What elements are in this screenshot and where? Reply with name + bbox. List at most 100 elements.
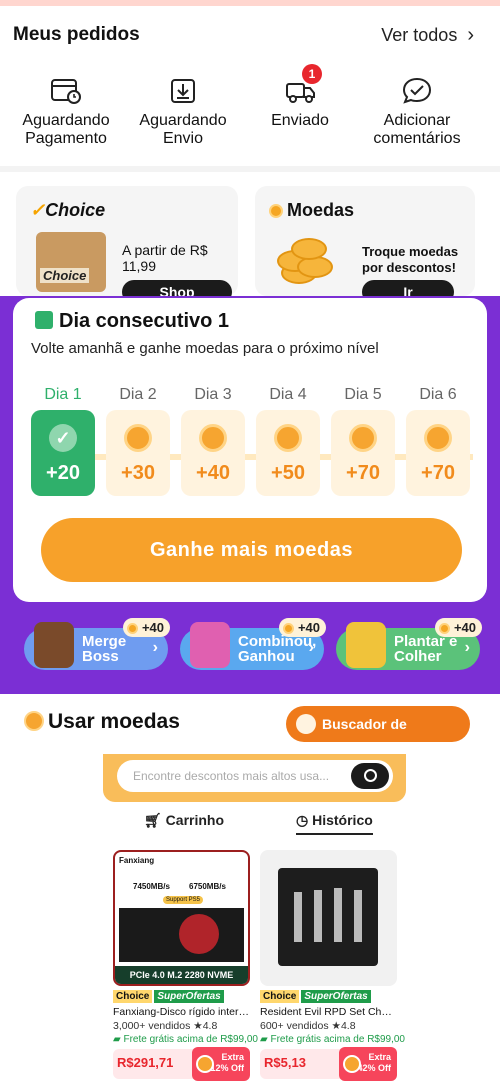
product-tags: Choice SuperOfertas [260, 990, 397, 1003]
key-set-box-image [278, 868, 378, 966]
product-card[interactable]: Fanxiang 7450MB/s 6750MB/s Support PS5 P… [113, 850, 258, 1081]
day-reward-2: +30 [106, 410, 170, 496]
promo-cards: ✓Choice Choice A partir de R$ 11,99 Shop… [0, 172, 500, 304]
chevron-right-icon: › [464, 639, 470, 656]
discount-search-input[interactable]: Encontre descontos mais altos usa... [117, 760, 393, 792]
coins-title: Moedas [269, 200, 354, 221]
choice-price-text: A partir de R$ 11,99 [122, 242, 208, 274]
calendar-icon [35, 311, 53, 329]
watering-can-icon [346, 622, 386, 668]
ssd-image [119, 908, 244, 962]
choice-box-image: Choice [36, 232, 106, 292]
streak-title: Dia consecutivo 1 [35, 310, 229, 333]
product-shipping: ▰ Frete grátis acima de R$99,00 [113, 1034, 258, 1045]
tab-history[interactable]: ◷ Histórico [296, 812, 373, 835]
product-title: Resident Evil RPD Set Chave, R... [260, 1006, 397, 1018]
product-sold: 600+ vendidos ★4.8 [260, 1020, 356, 1032]
extra-discount-badge: Extra 42% Off [339, 1047, 397, 1081]
coin-icon [343, 1055, 361, 1073]
order-label: Adicionar comentários [373, 112, 461, 147]
earn-more-coins-button[interactable]: Ganhe mais moedas [41, 518, 462, 582]
streak-subtitle: Volte amanhã e ganhe moedas para o próxi… [31, 340, 379, 357]
coin-icon [124, 424, 152, 452]
extra-discount-badge: Extra 12% Off [192, 1047, 250, 1081]
coin-pile-image [275, 232, 337, 290]
discount-finder-button[interactable]: Buscador de descontos [286, 706, 470, 768]
truck-icon: ▰ [260, 1034, 268, 1045]
gems-icon [190, 622, 230, 668]
coin-icon [274, 424, 302, 452]
orders-title: Meus pedidos [13, 24, 140, 45]
product-image: Fanxiang 7450MB/s 6750MB/s Support PS5 P… [113, 850, 250, 986]
use-coins-content: Encontre descontos mais altos usa... 🛒︎ … [0, 754, 500, 1083]
check-icon: ✓ [49, 424, 77, 452]
star-icon: ★ [331, 1020, 341, 1032]
day-label: Dia 1 [44, 386, 82, 403]
product-price: R$5,13 Extra 42% Off [260, 1047, 397, 1081]
product-price: R$291,71 Extra 12% Off [113, 1047, 250, 1081]
check-icon: ✓ [30, 200, 46, 220]
day-label: Dia 6 [419, 386, 457, 403]
ssd-banner: PCIe 4.0 M.2 2280 NVME [115, 966, 248, 984]
shipped-count-badge: 1 [302, 64, 322, 84]
order-awaiting-payment[interactable]: Aguardando Pagamento [6, 76, 126, 148]
order-add-review[interactable]: Adicionar comentários [357, 76, 477, 148]
coin-icon [424, 424, 452, 452]
bonus-badge: +40 [434, 618, 482, 637]
product-image [260, 850, 397, 986]
choice-card[interactable]: ✓Choice Choice A partir de R$ 11,99 Shop [16, 186, 238, 304]
game-merge-boss[interactable]: Merge Boss › +40 [24, 618, 170, 670]
day-reward-4: +50 [256, 410, 320, 496]
read-speed: 7450MB/s [133, 882, 170, 891]
wallet-clock-icon [49, 76, 83, 106]
streak-card: Dia consecutivo 1 Volte amanhã e ganhe m… [13, 298, 487, 602]
product-shipping: ▰ Frete grátis acima de R$99,00 [260, 1034, 405, 1045]
coin-icon [438, 623, 450, 634]
coin-icon [126, 623, 138, 634]
day-reward-3: +40 [181, 410, 245, 496]
day-label: Dia 2 [119, 386, 157, 403]
search-banner: Encontre descontos mais altos usa... [103, 754, 406, 802]
tab-cart[interactable]: 🛒︎ Carrinho [144, 812, 224, 829]
bonus-badge: +40 [122, 618, 170, 637]
clock-icon: ◷ [296, 812, 309, 828]
game-plantar-colher[interactable]: Plantar e Colher › +40 [336, 618, 482, 670]
bonus-badge: +40 [278, 618, 326, 637]
coins-card[interactable]: Moedas Troque moedas por descontos! Ir [255, 186, 475, 304]
order-shipped[interactable]: Enviado [240, 76, 360, 130]
choice-title: ✓Choice [30, 200, 106, 220]
product-tags: Choice SuperOfertas [113, 990, 250, 1003]
order-awaiting-shipment[interactable]: Aguardando Envio [123, 76, 243, 148]
coin-icon [269, 204, 283, 218]
use-coins-title: Usar moedas [24, 710, 180, 734]
game-combinou-ganhou[interactable]: Combinou, Ganhou › +40 [180, 618, 326, 670]
coin-icon [349, 424, 377, 452]
truck-icon: ▰ [113, 1034, 121, 1045]
brand-logo: Fanxiang [119, 856, 155, 865]
day-label: Dia 4 [269, 386, 307, 403]
product-sold: 3,000+ vendidos ★4.8 [113, 1020, 218, 1032]
coins-text: Troque moedas por descontos! [362, 244, 459, 275]
order-label: Enviado [271, 112, 329, 129]
discount-finder-icon [296, 714, 316, 734]
coin-icon [24, 711, 44, 731]
order-label: Aguardando Pagamento [22, 112, 110, 147]
search-icon[interactable] [351, 763, 389, 789]
coin-icon [199, 424, 227, 452]
merge-boss-avatar-icon [34, 622, 74, 668]
use-coins-header: Usar moedas Buscador de descontos [0, 694, 500, 768]
chat-check-icon [400, 76, 434, 106]
day-label: Dia 5 [344, 386, 382, 403]
see-all-link[interactable]: Ver todos [381, 24, 474, 47]
day-reward-1: ✓ +20 [31, 410, 95, 496]
coin-icon [196, 1055, 214, 1073]
orders-section: Meus pedidos Ver todos Aguardando Pagame… [0, 6, 500, 166]
product-title: Fanxiang-Disco rígido interno d... [113, 1006, 250, 1018]
write-speed: 6750MB/s [189, 882, 226, 891]
day-reward-5: +70 [331, 410, 395, 496]
day-label: Dia 3 [194, 386, 232, 403]
product-card[interactable]: Choice SuperOfertas Resident Evil RPD Set… [260, 850, 405, 1081]
ps5-badge: Support PS5 [163, 896, 204, 904]
star-icon: ★ [193, 1020, 203, 1032]
package-download-icon [166, 76, 200, 106]
